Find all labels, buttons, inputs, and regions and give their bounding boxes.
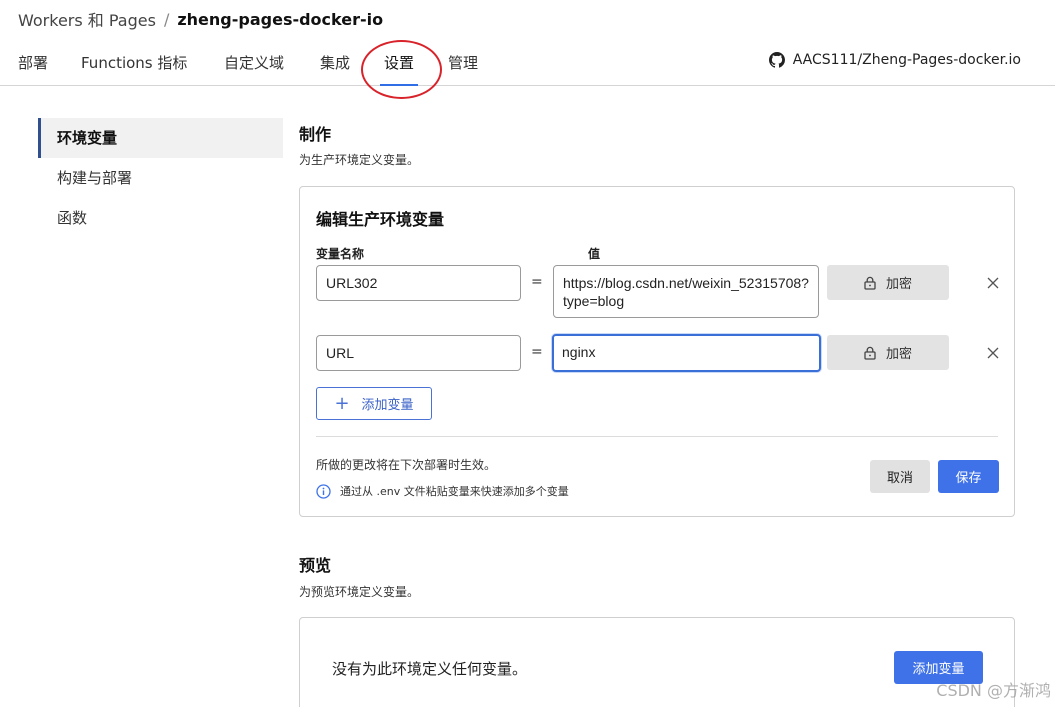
value-header: 值 — [588, 247, 601, 261]
tab-manage[interactable]: 管理 — [448, 52, 478, 86]
breadcrumb-current: zheng-pages-docker-io — [177, 9, 384, 29]
encrypt-button[interactable]: 加密 — [827, 265, 949, 300]
tab-integrations[interactable]: 集成 — [320, 52, 350, 86]
preview-description: 为预览环境定义变量。 — [299, 585, 420, 599]
encrypt-label: 加密 — [885, 277, 912, 292]
add-variable-button[interactable]: + 添加变量 — [316, 387, 432, 420]
card-title: 编辑生产环境变量 — [316, 210, 445, 229]
breadcrumb: Workers 和 Pages / zheng-pages-docker-io — [18, 7, 383, 31]
cancel-button[interactable]: 取消 — [870, 460, 930, 493]
info-icon — [316, 483, 331, 499]
breadcrumb-root[interactable]: Workers 和 Pages — [18, 7, 156, 31]
empty-state-text: 没有为此环境定义任何变量。 — [332, 660, 528, 678]
repo-link[interactable]: AACS111/Zheng-Pages-docker.io — [768, 52, 1021, 68]
variable-name-header: 变量名称 — [316, 247, 365, 261]
tab-custom-domains[interactable]: 自定义域 — [224, 52, 284, 86]
equals-sign: = — [531, 274, 543, 290]
paste-hint-text: 通过从 .env 文件粘贴变量来快速添加多个变量 — [340, 485, 569, 498]
tab-functions-metrics[interactable]: Functions 指标 — [81, 52, 187, 86]
variable-name-input[interactable]: URL302 — [316, 265, 521, 301]
variable-name-input[interactable]: URL — [316, 335, 521, 371]
production-title: 制作 — [299, 125, 332, 144]
settings-sidebar: 环境变量 构建与部署 函数 — [38, 118, 283, 238]
production-env-card: 编辑生产环境变量 变量名称 值 URL302 = https://blog.cs… — [299, 186, 1015, 517]
equals-sign: = — [531, 344, 543, 360]
sidebar-item-build-deploy[interactable]: 构建与部署 — [38, 158, 283, 198]
preview-title: 预览 — [299, 556, 332, 575]
preview-env-card: 没有为此环境定义任何变量。 添加变量 — [299, 617, 1015, 707]
close-icon[interactable] — [986, 346, 1000, 360]
encrypt-button[interactable]: 加密 — [827, 335, 949, 370]
variable-value-input[interactable]: nginx — [552, 334, 821, 372]
save-button[interactable]: 保存 — [938, 460, 999, 493]
close-icon[interactable] — [986, 276, 1000, 290]
variable-value-input[interactable]: https://blog.csdn.net/weixin_52315708?ty… — [553, 265, 819, 318]
watermark: CSDN @方渐鸿 — [936, 681, 1051, 700]
tab-deployments[interactable]: 部署 — [18, 52, 48, 86]
repo-label: AACS111/Zheng-Pages-docker.io — [792, 52, 1021, 68]
sidebar-item-env-vars[interactable]: 环境变量 — [38, 118, 283, 158]
divider — [316, 436, 998, 437]
lock-icon — [864, 276, 876, 290]
sidebar-item-functions[interactable]: 函数 — [38, 198, 283, 238]
paste-hint: 通过从 .env 文件粘贴变量来快速添加多个变量 — [316, 483, 569, 499]
changes-note: 所做的更改将在下次部署时生效。 — [316, 458, 497, 472]
breadcrumb-separator: / — [163, 9, 170, 29]
plus-icon: + — [334, 392, 350, 414]
github-icon — [768, 52, 785, 68]
lock-icon — [864, 346, 876, 360]
add-variable-label: 添加变量 — [361, 398, 414, 413]
production-description: 为生产环境定义变量。 — [299, 153, 420, 167]
encrypt-label: 加密 — [885, 347, 912, 362]
tab-settings[interactable]: 设置 — [379, 52, 419, 86]
